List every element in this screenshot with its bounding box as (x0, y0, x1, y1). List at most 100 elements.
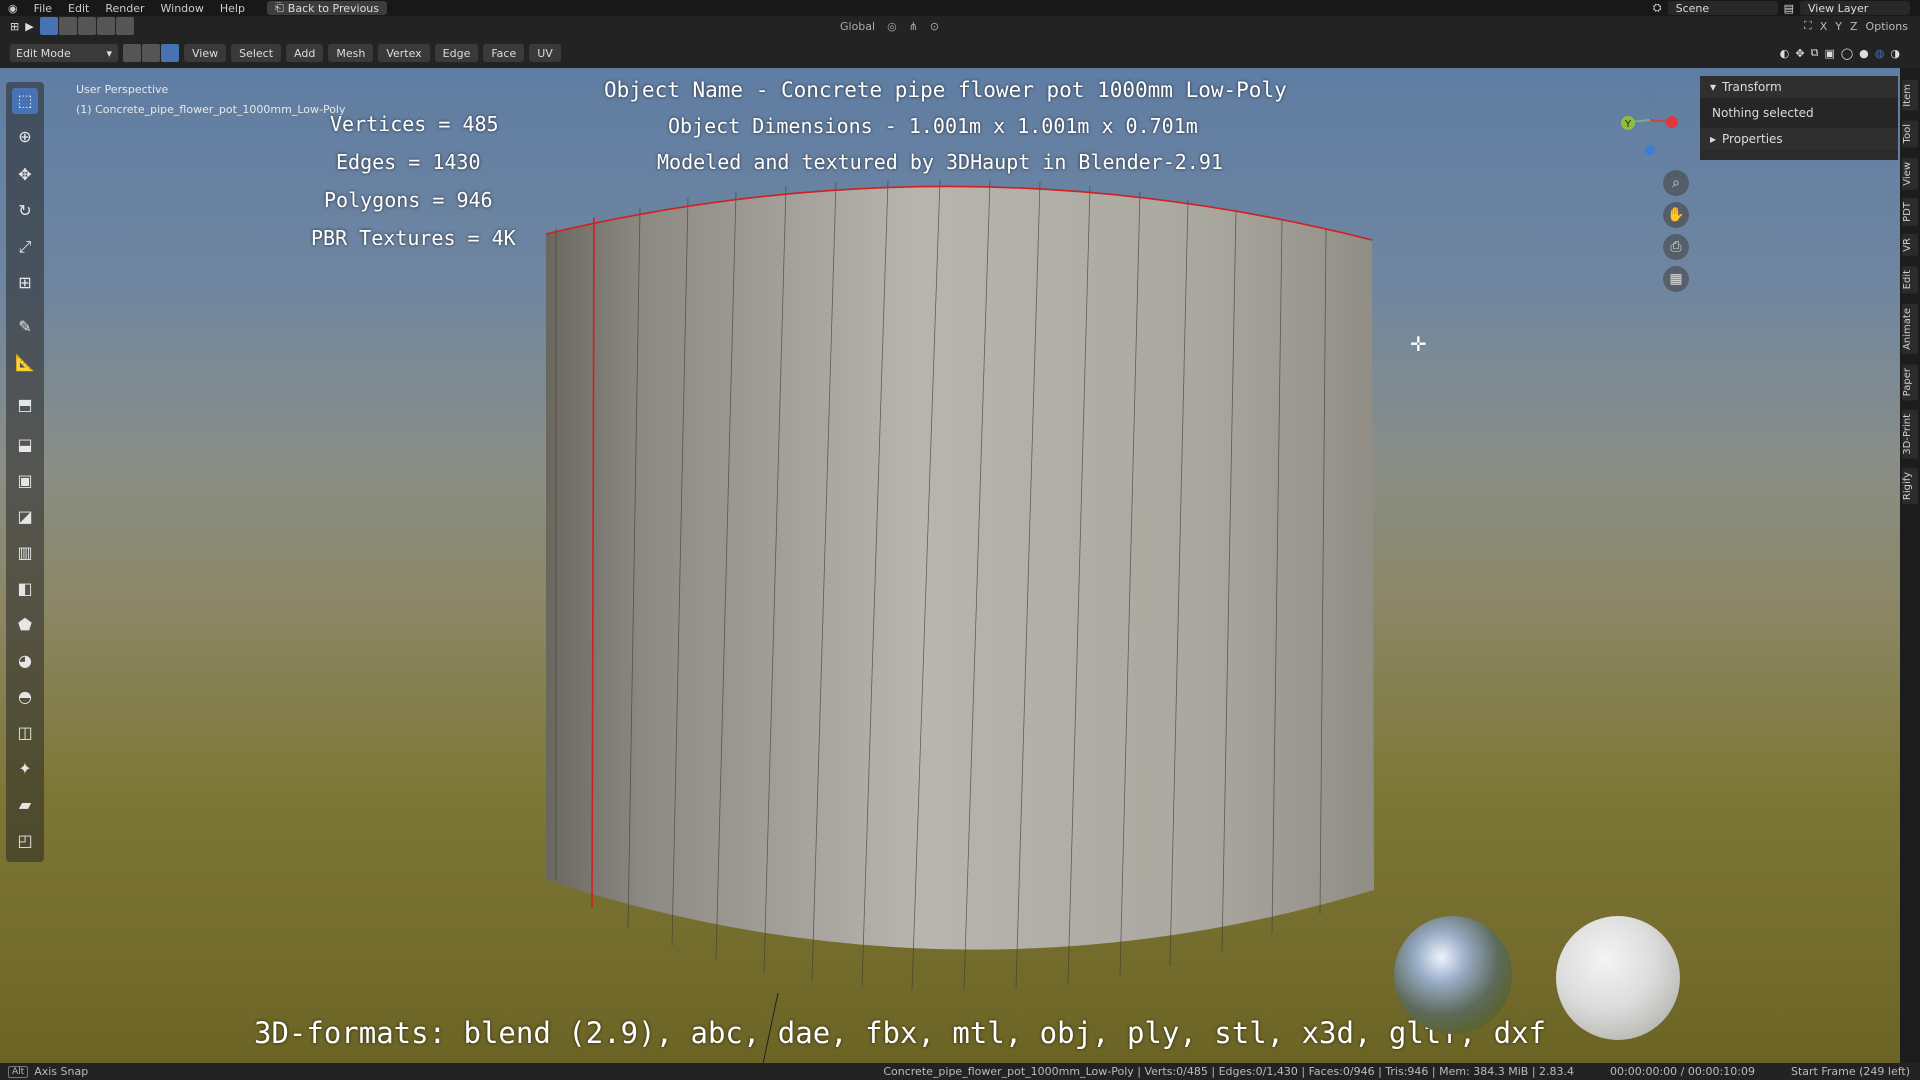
select-box-tool-icon[interactable]: ⬚ (12, 88, 38, 114)
status-right: Concrete_pipe_flower_pot_1000mm_Low-Poly… (883, 1065, 1910, 1078)
frame-info: Start Frame (249 left) (1790, 1065, 1910, 1078)
select-new-icon[interactable] (39, 17, 58, 35)
edge-select-icon[interactable] (142, 44, 160, 62)
menu-uv[interactable]: UV (529, 44, 561, 62)
mode-menu-row: Edit Mode ▾ View Select Add Mesh Vertex … (0, 42, 1920, 64)
menu-view[interactable]: View (184, 44, 227, 62)
snap-icon[interactable]: ⋔ (909, 20, 918, 33)
select-subtract-icon[interactable] (77, 17, 96, 35)
menu-render[interactable]: Render (97, 2, 152, 15)
material-shading-icon[interactable]: ◍ (1875, 47, 1885, 60)
spin-tool-icon[interactable]: ◕ (12, 648, 38, 674)
loop-cut-tool-icon[interactable]: ▥ (12, 540, 38, 566)
gizmo-z-axis[interactable] (1644, 86, 1656, 98)
scene-field[interactable]: Scene (1667, 1, 1778, 15)
xray-icon[interactable]: ▣ (1824, 47, 1834, 60)
options-dropdown[interactable]: Options (1866, 20, 1908, 33)
tab-tool[interactable]: Tool (1902, 120, 1918, 148)
menu-add[interactable]: Add (286, 44, 324, 62)
mode-dropdown[interactable]: Edit Mode ▾ (10, 44, 118, 62)
menu-face[interactable]: Face (483, 44, 525, 62)
axis-z[interactable]: Z (1850, 20, 1858, 33)
shrink-fatten-tool-icon[interactable]: ✦ (12, 756, 38, 782)
select-mode-buttons[interactable] (39, 17, 134, 35)
annotate-tool-icon[interactable]: ✎ (12, 314, 38, 340)
vertex-select-icon[interactable] (123, 44, 141, 62)
blender-logo-icon[interactable]: ◉ (0, 2, 26, 15)
orientation-dropdown[interactable]: Global (840, 20, 875, 33)
menu-window[interactable]: Window (153, 2, 212, 15)
add-cube-tool-icon[interactable]: ⬒ (12, 392, 38, 418)
tab-view[interactable]: View (1902, 158, 1918, 190)
bevel-tool-icon[interactable]: ◪ (12, 504, 38, 530)
tab-animate[interactable]: Animate (1902, 304, 1918, 354)
pan-hand-icon[interactable]: ✋ (1663, 202, 1689, 228)
tab-item[interactable]: Item (1902, 80, 1918, 111)
axis-x[interactable]: X (1820, 20, 1828, 33)
navigation-gizmo[interactable]: Y (1610, 82, 1690, 162)
select-tool-icon[interactable]: ▶ (25, 20, 33, 33)
top-menu-bar: ◉ File Edit Render Window Help ⎗ Back to… (0, 0, 1920, 16)
smooth-tool-icon[interactable]: ◓ (12, 684, 38, 710)
editor-type-icon[interactable]: ⊞ (10, 20, 19, 33)
menu-file[interactable]: File (26, 2, 60, 15)
pivot-icon[interactable]: ◎ (887, 20, 897, 33)
scale-tool-icon[interactable]: ⤢ (12, 234, 38, 260)
knife-tool-icon[interactable]: ◧ (12, 576, 38, 602)
poly-build-tool-icon[interactable]: ⬟ (12, 612, 38, 638)
shear-tool-icon[interactable]: ▰ (12, 792, 38, 818)
solid-shading-icon[interactable]: ● (1859, 47, 1869, 60)
zoom-icon[interactable]: ⌕ (1663, 170, 1689, 196)
timecode: 00:00:00:00 / 00:00:10:09 (1610, 1065, 1755, 1078)
pot-body[interactable] (546, 186, 1374, 950)
concrete-pot-mesh[interactable] (0, 68, 1900, 1063)
crosshair-cursor-icon: ✛ (1410, 332, 1427, 356)
rip-region-tool-icon[interactable]: ◰ (12, 828, 38, 854)
select-invert-icon[interactable] (96, 17, 115, 35)
properties-section-header[interactable]: ▸ Properties (1700, 128, 1898, 150)
tab-rigify[interactable]: Rigify (1902, 468, 1918, 505)
tab-pdt[interactable]: PDT (1902, 198, 1918, 226)
proportional-edit-icon[interactable]: ⊙ (930, 20, 939, 33)
3d-viewport[interactable]: ⬚ ⊕ ✥ ↻ ⤢ ⊞ ✎ 📐 ⬒ ⬓ ▣ ◪ ▥ ◧ ⬟ ◕ ◓ ◫ ✦ ▰ … (0, 68, 1900, 1063)
edge-slide-tool-icon[interactable]: ◫ (12, 720, 38, 746)
camera-view-icon[interactable]: ⎙ (1663, 234, 1689, 260)
move-tool-icon[interactable]: ✥ (12, 162, 38, 188)
sidebar-panel: ▾ Transform Nothing selected ▸ Propertie… (1700, 76, 1898, 160)
select-intersect-icon[interactable] (115, 17, 134, 35)
mesh-select-mode[interactable] (123, 44, 179, 62)
face-select-icon[interactable] (161, 44, 179, 62)
menu-mesh[interactable]: Mesh (328, 44, 374, 62)
tab-edit[interactable]: Edit (1902, 266, 1918, 294)
tab-paper[interactable]: Paper (1902, 364, 1918, 401)
tab-vr[interactable]: VR (1902, 234, 1918, 256)
menu-edge[interactable]: Edge (434, 44, 479, 62)
visibility-icon[interactable]: ◐ (1780, 47, 1790, 60)
cursor-tool-icon[interactable]: ⊕ (12, 124, 38, 150)
transform-section-header[interactable]: ▾ Transform (1700, 76, 1898, 98)
stat-polygons: Polygons = 946 (324, 188, 493, 212)
select-extend-icon[interactable] (58, 17, 77, 35)
menu-edit[interactable]: Edit (60, 2, 97, 15)
inset-tool-icon[interactable]: ▣ (12, 468, 38, 494)
transform-tool-icon[interactable]: ⊞ (12, 270, 38, 296)
extrude-tool-icon[interactable]: ⬓ (12, 432, 38, 458)
back-to-previous-button[interactable]: ⎗ Back to Previous (266, 1, 388, 15)
mirror-icon[interactable]: ⛶ (1804, 19, 1812, 33)
rendered-shading-icon[interactable]: ◑ (1890, 47, 1900, 60)
tab-3d-print[interactable]: 3D-Print (1902, 410, 1918, 459)
ortho-grid-icon[interactable]: ▦ (1663, 266, 1689, 292)
measure-tool-icon[interactable]: 📐 (12, 350, 38, 376)
overlay-toggle-icon[interactable]: ⧉ (1811, 46, 1819, 60)
back-to-previous-label: Back to Previous (287, 1, 380, 15)
wireframe-shading-icon[interactable]: ◯ (1841, 47, 1853, 60)
view-layer-field[interactable]: View Layer (1800, 1, 1910, 15)
gizmo-neg-z[interactable] (1645, 145, 1655, 155)
axis-y[interactable]: Y (1835, 20, 1842, 33)
gizmo-toggle-icon[interactable]: ✥ (1795, 47, 1804, 60)
rotate-tool-icon[interactable]: ↻ (12, 198, 38, 224)
menu-help[interactable]: Help (212, 2, 253, 15)
menu-select[interactable]: Select (231, 44, 282, 62)
menu-vertex[interactable]: Vertex (378, 44, 430, 62)
gizmo-x-axis[interactable] (1666, 116, 1678, 128)
